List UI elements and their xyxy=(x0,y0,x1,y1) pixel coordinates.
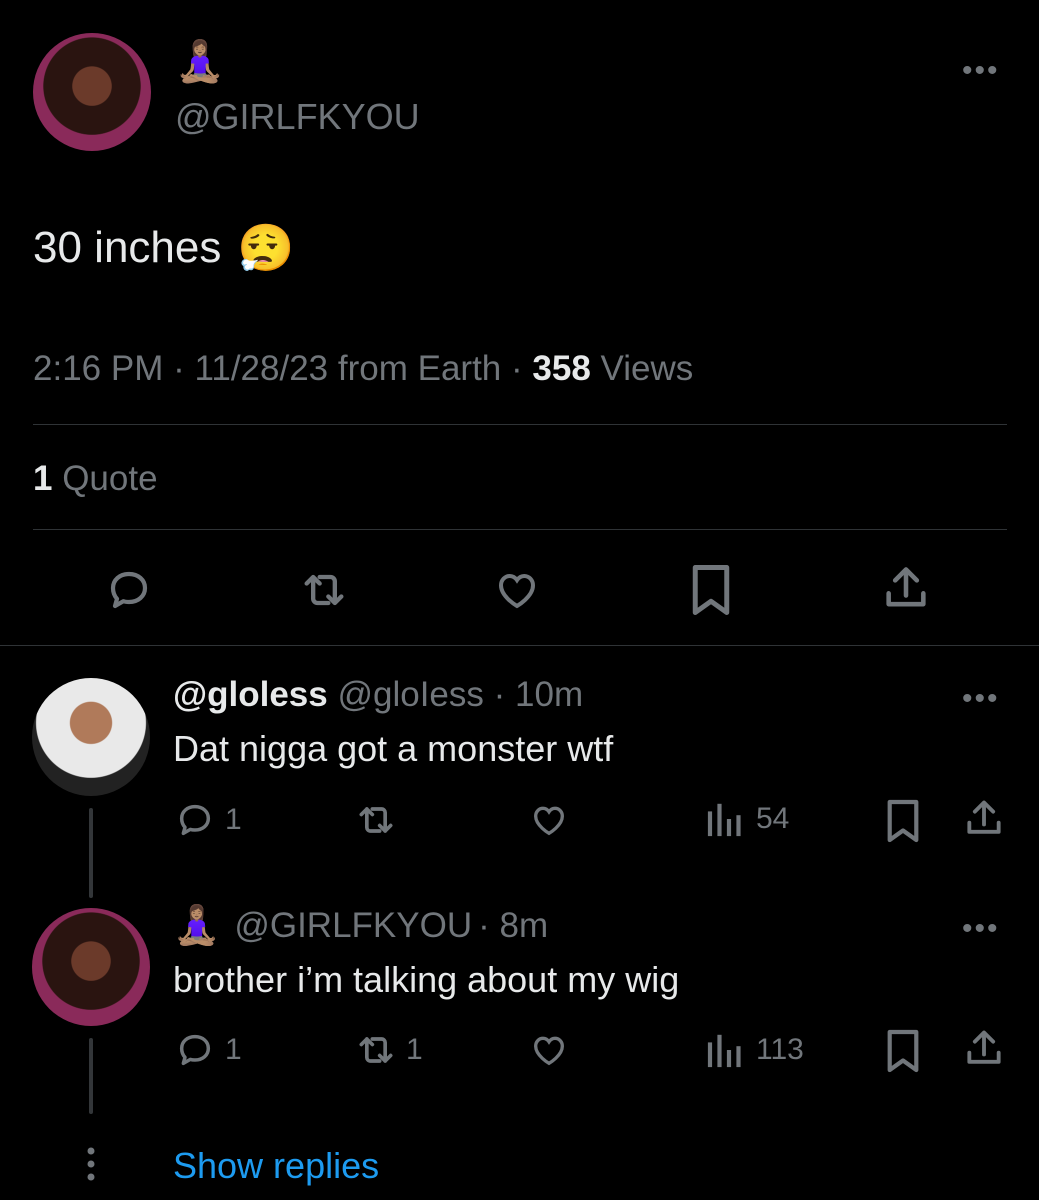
retweet-icon[interactable] xyxy=(296,564,352,616)
bookmark-icon[interactable] xyxy=(884,1028,922,1074)
thread-line xyxy=(89,1038,93,1114)
like-icon xyxy=(533,1036,565,1066)
author-emoji: 🧘🏽‍♀️ xyxy=(173,905,221,947)
retweet-icon xyxy=(359,807,393,833)
bookmark-icon[interactable] xyxy=(688,563,734,617)
views-count: 358 xyxy=(532,349,591,388)
like-icon[interactable] xyxy=(490,566,544,614)
more-options-icon[interactable]: ••• xyxy=(962,56,1000,86)
reply-avatar[interactable] xyxy=(32,908,150,1026)
retweet-count: 1 xyxy=(406,1033,423,1066)
reply-text: brother i’m talking about my wig xyxy=(173,959,680,1000)
exhale-emoji: 😮‍💨 xyxy=(237,222,295,274)
like-button[interactable] xyxy=(526,1030,572,1070)
like-button[interactable] xyxy=(526,800,572,840)
share-icon[interactable] xyxy=(880,562,932,616)
author-handle[interactable]: @GIRLFKYOU xyxy=(175,96,420,138)
reply-text: Dat nigga got a monster wtf xyxy=(173,728,614,769)
thread-line xyxy=(89,808,93,898)
like-icon xyxy=(533,806,565,836)
views-button[interactable]: 54 xyxy=(706,800,789,838)
reply-count: 1 xyxy=(225,1033,242,1066)
tweet-meta: 2:16 PM · 11/28/23 from Earth · 358 View… xyxy=(33,349,694,388)
views-count: 54 xyxy=(756,802,790,835)
reply-header: @gloless @gloIess · 10m xyxy=(173,674,583,716)
views-count: 113 xyxy=(756,1033,804,1066)
more-options-icon[interactable]: ••• xyxy=(962,684,1000,714)
author-avatar[interactable] xyxy=(33,33,151,151)
divider xyxy=(33,529,1007,530)
reply-handle[interactable]: @GIRLFKYOU xyxy=(234,904,472,948)
retweet-button[interactable]: 1 xyxy=(352,1028,423,1072)
tweet-time[interactable]: 2:16 PM xyxy=(33,349,163,388)
bookmark-icon[interactable] xyxy=(884,798,922,844)
more-options-icon[interactable]: ••• xyxy=(962,914,1000,944)
reply-count: 1 xyxy=(225,803,242,836)
tweet-date[interactable]: 11/28/23 xyxy=(194,349,328,388)
reply-handle[interactable]: @gloIess xyxy=(337,675,483,714)
thread-dots-icon xyxy=(85,1146,97,1182)
share-icon[interactable] xyxy=(962,1026,1006,1072)
reply-avatar[interactable] xyxy=(32,678,150,796)
divider xyxy=(33,424,1007,425)
tweet-body: 30 inches xyxy=(33,223,222,272)
reply-icon[interactable] xyxy=(103,566,155,614)
reply-time[interactable]: · 10m xyxy=(494,675,583,714)
tweet-text: 30 inches 😮‍💨 xyxy=(33,222,295,274)
reply-button[interactable]: 1 xyxy=(173,800,242,840)
quote-count: 1 xyxy=(33,459,53,498)
tweet-source: from Earth xyxy=(337,349,502,388)
retweet-button[interactable] xyxy=(352,798,400,842)
reply-button[interactable]: 1 xyxy=(173,1030,242,1070)
divider xyxy=(0,645,1039,646)
author-emoji: 🧘🏽‍♀️ xyxy=(175,40,225,84)
quote-label: Quote xyxy=(62,459,158,498)
views-icon xyxy=(707,803,741,837)
reply-icon xyxy=(179,1034,211,1066)
share-icon[interactable] xyxy=(962,796,1006,842)
retweet-icon xyxy=(359,1037,393,1063)
views-label: Views xyxy=(600,349,694,388)
views-button[interactable]: 113 xyxy=(706,1031,804,1069)
reply-display-name[interactable]: @gloless xyxy=(173,675,328,714)
views-icon xyxy=(707,1034,741,1068)
reply-header: 🧘🏽‍♀️ @GIRLFKYOU · 8m xyxy=(173,904,548,948)
reply-time[interactable]: · 8m xyxy=(478,904,548,948)
quote-count-link[interactable]: 1 Quote xyxy=(33,458,158,500)
show-replies-link[interactable]: Show replies xyxy=(173,1144,379,1188)
reply-icon xyxy=(179,804,211,836)
